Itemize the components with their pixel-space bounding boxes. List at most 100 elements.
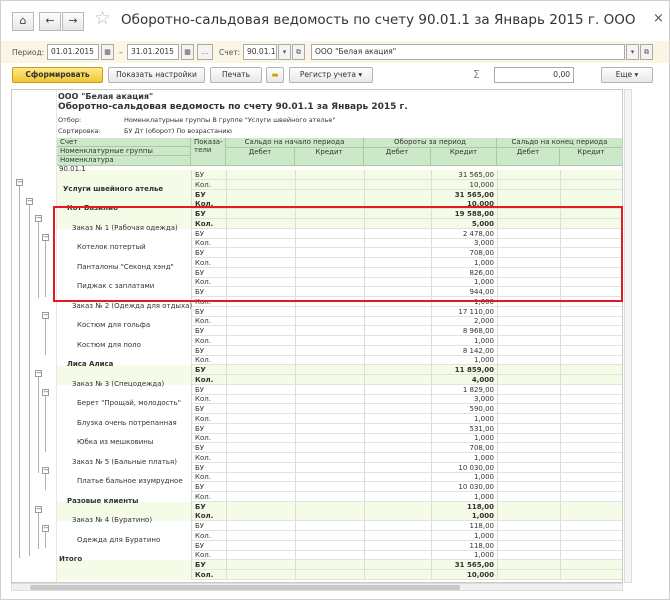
more-label: Еще xyxy=(615,70,633,79)
collapse-toggle[interactable]: − xyxy=(42,525,49,532)
row-cell: 8 142,00 xyxy=(431,345,497,356)
table-row[interactable]: Кол. 10,000 xyxy=(57,569,622,580)
vertical-scrollbar[interactable] xyxy=(624,89,632,583)
row-cell: 118,00 xyxy=(431,540,497,551)
row-cell: 1,000 xyxy=(431,413,497,424)
table-row[interactable]: Одежда для Буратино БУ 118,00 xyxy=(57,536,622,551)
row-cell xyxy=(226,189,295,200)
table-row[interactable]: Заказ № 3 (Спецодежда) БУ 1 829,00 xyxy=(57,380,622,395)
row-cell: 1,000 xyxy=(431,355,497,366)
save-icon[interactable]: ▬ xyxy=(266,67,284,83)
collapse-toggle[interactable]: − xyxy=(16,179,23,186)
row-cell xyxy=(226,365,295,375)
register-button[interactable]: Регистр учета ▾ xyxy=(289,67,373,83)
organization-field[interactable]: ООО "Белая акация" xyxy=(311,44,625,60)
sum-field[interactable]: 0,00 xyxy=(494,67,574,83)
scroll-thumb[interactable] xyxy=(30,585,460,590)
table-row[interactable]: Костюм для поло БУ 8 142,00 xyxy=(57,341,622,356)
table-row[interactable]: Кол. 1,000 xyxy=(57,335,622,346)
table-row[interactable]: Кол. 1,000 xyxy=(57,491,622,502)
row-cell xyxy=(364,462,431,473)
row-cell xyxy=(497,472,560,483)
back-button[interactable]: ← xyxy=(39,12,61,31)
generate-button[interactable]: Сформировать xyxy=(12,67,103,83)
collapse-toggle[interactable]: − xyxy=(42,234,49,241)
table-row[interactable]: 90.01.1 БУ 31 565,00 xyxy=(57,165,622,180)
collapse-toggle[interactable]: − xyxy=(26,198,33,205)
collapse-toggle[interactable]: − xyxy=(42,389,49,396)
row-name: Костюм для поло xyxy=(77,340,141,349)
row-cell xyxy=(560,550,622,561)
row-indicator: БУ xyxy=(191,404,226,414)
open-icon[interactable]: ⧉ xyxy=(640,44,653,60)
close-icon[interactable]: × xyxy=(653,11,664,26)
row-cell xyxy=(497,384,560,395)
table-row[interactable]: Кол. 1,000 xyxy=(57,355,622,366)
period-select-button[interactable]: ... xyxy=(197,44,213,60)
row-cell xyxy=(497,521,560,531)
table-row[interactable]: Заказ № 5 (Бальные платья) БУ 10 030,00 xyxy=(57,458,622,473)
date-from-field[interactable]: 01.01.2015 xyxy=(47,44,99,60)
show-settings-button[interactable]: Показать настройки xyxy=(108,67,205,83)
account-field[interactable]: 90.01.1 xyxy=(243,44,277,60)
table-row[interactable]: Итого БУ 31 565,00 xyxy=(57,555,622,570)
row-cell xyxy=(295,170,364,180)
tree-line xyxy=(38,373,39,473)
row-cell xyxy=(295,482,364,492)
row-indicator: Кол. xyxy=(191,530,226,541)
table-row[interactable]: Кол. 1,000 xyxy=(57,550,622,561)
row-cell xyxy=(226,472,295,483)
row-cell: 1,000 xyxy=(431,491,497,502)
table-row[interactable]: Платье бальное изумрудное БУ 10 030,00 xyxy=(57,477,622,492)
filter-value: Номенклатурные группы В группе "Услуги ш… xyxy=(124,116,336,124)
report-sheet[interactable]: ООО "Белая акация" Оборотно-сальдовая ве… xyxy=(11,89,623,583)
collapse-toggle[interactable]: − xyxy=(35,370,42,377)
collapse-toggle[interactable]: − xyxy=(42,312,49,319)
row-cell xyxy=(560,355,622,366)
row-cell xyxy=(364,335,431,346)
row-cell: 8 968,00 xyxy=(431,326,497,336)
row-cell xyxy=(364,433,431,444)
calendar-icon[interactable]: ▦ xyxy=(181,44,194,60)
row-indicator: БУ xyxy=(191,365,226,375)
dropdown-icon[interactable]: ▾ xyxy=(626,44,639,60)
row-indicator: Кол. xyxy=(191,374,226,385)
tree-line xyxy=(45,237,46,297)
star-icon[interactable]: ☆ xyxy=(94,7,111,29)
collapse-toggle[interactable]: − xyxy=(35,215,42,222)
row-indicator: БУ xyxy=(191,540,226,551)
collapse-toggle[interactable]: − xyxy=(42,467,49,474)
table-row[interactable]: Лиса Алиса БУ 11 859,00 xyxy=(57,360,622,375)
row-cell: 1,000 xyxy=(431,472,497,483)
table-row[interactable]: Юбка из мешковины БУ 708,00 xyxy=(57,438,622,453)
print-button[interactable]: Печать xyxy=(210,67,262,83)
horizontal-scrollbar[interactable] xyxy=(11,583,623,591)
row-cell xyxy=(226,482,295,492)
row-cell xyxy=(497,443,560,453)
row-cell xyxy=(560,316,622,327)
table-row[interactable]: Услуги швейного ателье БУ 31 565,00 xyxy=(57,185,622,200)
row-cell xyxy=(226,452,295,463)
dropdown-icon[interactable]: ▾ xyxy=(278,44,291,60)
collapse-toggle[interactable]: − xyxy=(35,506,42,513)
header-saldo-end: Сальдо на конец периода xyxy=(497,138,622,148)
row-cell xyxy=(364,569,431,580)
table-row[interactable]: Берет "Прощай, молодость" БУ 590,00 xyxy=(57,399,622,414)
table-row[interactable]: Заказ № 2 (Одежда для отдыха) БУ 17 110,00 xyxy=(57,302,622,317)
row-indicator: БУ xyxy=(191,482,226,492)
row-cell xyxy=(560,569,622,580)
table-row[interactable]: Разовые клиенты БУ 118,00 xyxy=(57,497,622,512)
table-row[interactable]: Блузка очень потрепанная БУ 531,00 xyxy=(57,419,622,434)
open-icon[interactable]: ⧉ xyxy=(292,44,305,60)
row-cell xyxy=(364,560,431,570)
row-cell xyxy=(226,560,295,570)
date-to-field[interactable]: 31.01.2015 xyxy=(127,44,179,60)
forward-button[interactable]: → xyxy=(62,12,84,31)
table-row[interactable]: Костюм для гольфа БУ 8 968,00 xyxy=(57,321,622,336)
home-icon[interactable]: ⌂ xyxy=(12,12,34,31)
row-indicator: БУ xyxy=(191,501,226,512)
more-button[interactable]: Еще ▾ xyxy=(601,67,653,83)
table-row[interactable]: Заказ № 4 (Буратино) БУ 118,00 xyxy=(57,516,622,531)
calendar-icon[interactable]: ▦ xyxy=(101,44,114,60)
row-cell xyxy=(497,316,560,327)
